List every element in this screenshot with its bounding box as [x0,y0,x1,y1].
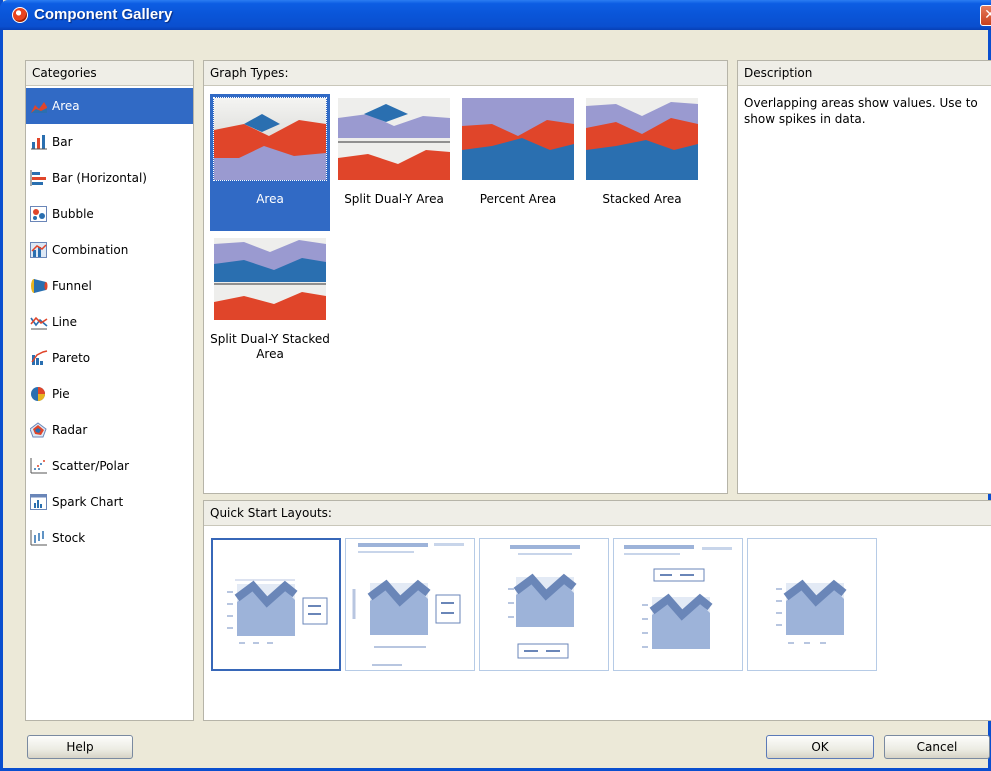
line-icon [30,314,48,330]
graph-type-label: Stacked Area [602,192,682,206]
layout-5-preview [776,579,847,644]
category-label: Stock [52,531,86,545]
category-item-bar[interactable]: Bar [26,124,193,160]
spark-chart-icon [30,494,48,510]
category-item-bubble[interactable]: Bubble [26,196,193,232]
category-item-area[interactable]: Area [26,88,193,124]
bar-horizontal-icon [30,170,48,186]
category-label: Radar [52,423,88,437]
split-dual-y-area-thumbnail [338,98,450,180]
category-label: Line [52,315,78,329]
category-item-bar-horizontal[interactable]: Bar (Horizontal) [26,160,193,196]
category-item-line[interactable]: Line [26,304,193,340]
scatter-icon [30,458,48,474]
bubble-icon [30,206,48,222]
category-item-pie[interactable]: Pie [26,376,193,412]
quick-start-header: Quick Start Layouts: [204,501,991,526]
stacked-area-thumbnail [586,98,698,180]
split-dual-y-stacked-area-thumbnail [214,238,326,320]
bar-icon [30,134,48,150]
combination-icon [30,242,48,258]
graph-type-area[interactable]: Area [210,94,330,231]
cancel-button[interactable]: Cancel [884,735,990,759]
graph-type-percent-area[interactable]: Percent Area [458,94,578,231]
quick-start-layout-4[interactable] [613,538,743,671]
description-panel: Description Overlapping areas show value… [737,60,991,494]
category-label: Spark Chart [52,495,124,509]
area-icon [30,98,48,114]
quick-start-header-label: Quick Start Layouts: [210,506,332,520]
category-item-scatter-polar[interactable]: Scatter/Polar [26,448,193,484]
area-thumbnail [213,97,327,181]
layout-4-preview [624,545,732,649]
graph-type-split-dual-y-area[interactable]: Split Dual-Y Area [334,94,454,231]
graph-type-label: Split Dual-Y Stacked Area [210,332,330,361]
category-item-stock[interactable]: Stock [26,520,193,556]
percent-area-thumbnail [462,98,574,180]
category-label: Combination [52,243,129,257]
category-label: Bar (Horizontal) [52,171,147,185]
graph-type-split-dual-y-stacked-area[interactable]: Split Dual-Y Stacked Area [210,234,330,371]
category-label: Pareto [52,351,91,365]
description-header-label: Description [744,66,813,80]
category-item-radar[interactable]: Radar [26,412,193,448]
pie-icon [30,386,48,402]
description-header: Description [738,61,991,86]
category-label: Bubble [52,207,94,221]
graph-types-panel: Graph Types: Area Split Dual-Y Area Perc… [203,60,728,494]
category-label: Scatter/Polar [52,459,130,473]
category-label: Pie [52,387,70,401]
graph-type-stacked-area[interactable]: Stacked Area [582,94,702,231]
ok-button[interactable]: OK [766,735,874,759]
radar-icon [29,422,48,438]
quick-start-layout-3[interactable] [479,538,609,671]
category-item-pareto[interactable]: Pareto [26,340,193,376]
category-label: Funnel [52,279,92,293]
stock-icon [30,530,48,546]
app-logo-icon [12,7,28,23]
categories-header: Categories [26,61,193,86]
layout-1-preview [227,579,328,644]
graph-types-header-label: Graph Types: [210,66,289,80]
category-label: Bar [52,135,73,149]
window-title: Component Gallery [34,6,173,23]
quick-start-panel: Quick Start Layouts: [203,500,991,721]
categories-header-label: Categories [32,66,97,80]
category-label: Area [52,99,80,113]
description-text: Overlapping areas show values. Use to sh… [744,96,978,126]
funnel-icon [30,278,48,294]
category-item-combination[interactable]: Combination [26,232,193,268]
quick-start-layout-1[interactable] [211,538,341,671]
title-bar[interactable]: Component Gallery ✕ [0,0,991,30]
graph-types-header: Graph Types: [204,61,727,86]
layout-2-preview [352,543,464,666]
layout-3-preview [508,545,580,659]
category-list: Area Bar Bar (Horizontal) Bubble Combina… [26,88,193,556]
pareto-icon [30,350,48,366]
quick-start-layout-2[interactable] [345,538,475,671]
category-item-spark-chart[interactable]: Spark Chart [26,484,193,520]
categories-panel: Categories Area Bar Bar (Horizontal) Bub… [25,60,194,721]
help-button[interactable]: Help [27,735,133,759]
graph-type-label: Split Dual-Y Area [344,192,444,206]
graph-type-label: Percent Area [479,192,557,206]
quick-start-layout-5[interactable] [747,538,877,671]
category-item-funnel[interactable]: Funnel [26,268,193,304]
close-button[interactable]: ✕ [980,5,991,26]
component-gallery-dialog: Component Gallery ✕ Categories Area Bar … [0,0,991,771]
graph-type-label: Area [256,192,284,206]
